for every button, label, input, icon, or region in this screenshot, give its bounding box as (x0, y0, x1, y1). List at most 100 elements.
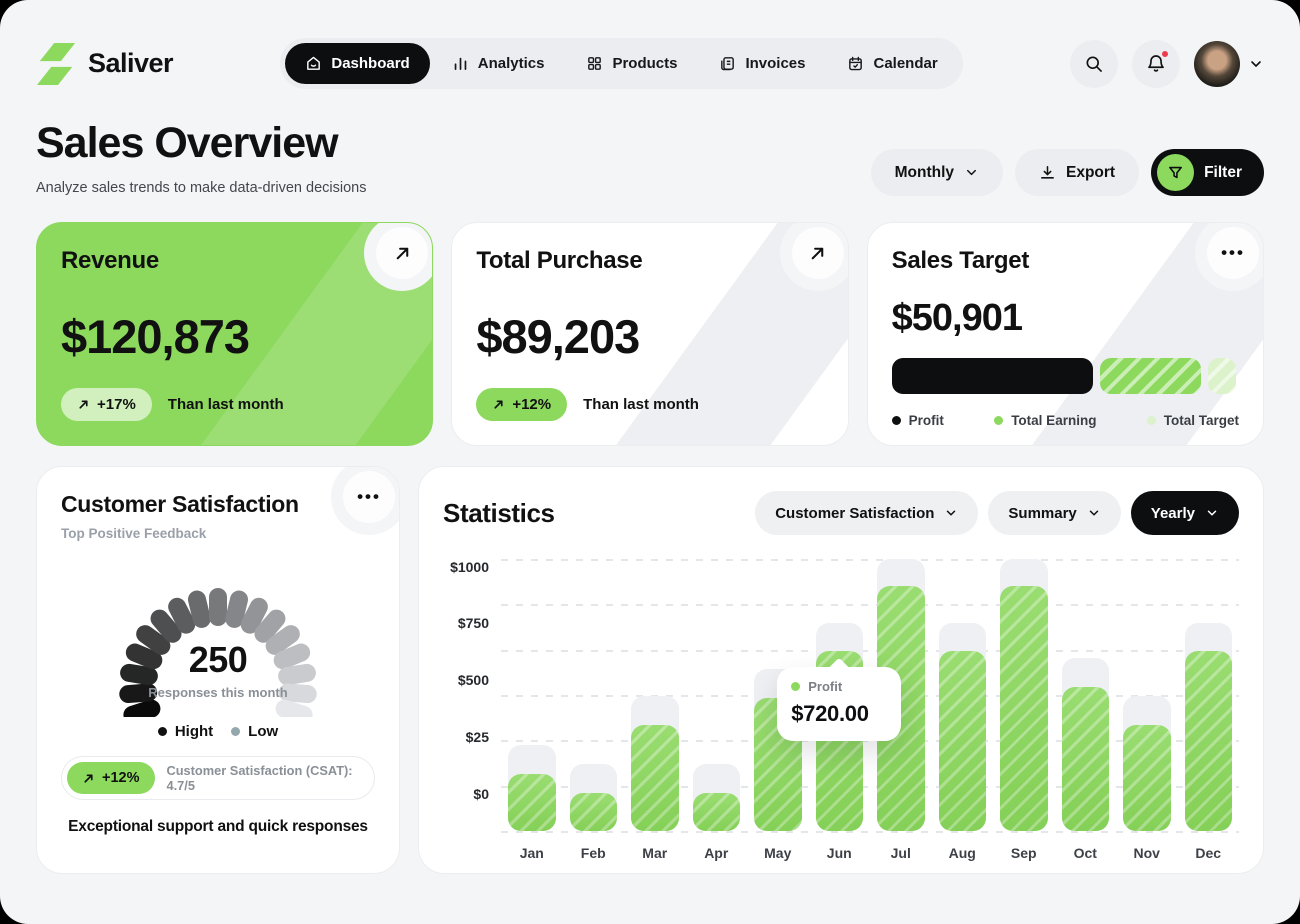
trend-up-icon (492, 398, 505, 411)
filter-chip-yearly[interactable]: Yearly (1131, 491, 1239, 535)
chevron-down-icon (1248, 56, 1264, 72)
chart-tooltip: Profit $720.00 (777, 667, 901, 741)
period-dropdown[interactable]: Monthly (871, 149, 1003, 196)
page-subtitle: Analyze sales trends to make data-driven… (36, 180, 366, 196)
x-tick-label: May (754, 845, 802, 861)
legend-item: Profit (892, 413, 944, 428)
legend-item: Total Target (1147, 413, 1239, 428)
notifications-button[interactable] (1132, 40, 1180, 88)
filter-chip-customer-satisfaction[interactable]: Customer Satisfaction (755, 491, 978, 535)
tooltip-value: $720.00 (791, 701, 887, 727)
revenue-open-button[interactable] (376, 227, 428, 279)
notification-badge (1160, 49, 1170, 59)
sales-target-value: $50,901 (892, 297, 1239, 340)
filter-chip-label: Customer Satisfaction (775, 505, 934, 522)
brand-logo-icon (36, 41, 78, 87)
profit-bar-chart: $1000$750$500$25$0 Profit$720.00 (443, 559, 1239, 831)
legend-dot (231, 727, 240, 736)
satisfaction-gauge: 250 Responses this month (88, 547, 348, 717)
statistics-card: Statistics Customer SatisfactionSummaryY… (418, 466, 1264, 874)
nav-item-invoices[interactable]: Invoices (699, 43, 825, 84)
search-button[interactable] (1070, 40, 1118, 88)
nav-item-calendar[interactable]: Calendar (827, 43, 957, 84)
chart-plot: Profit $720.00 (501, 559, 1239, 831)
nav-item-dashboard[interactable]: Dashboard (285, 43, 429, 84)
bar-mar[interactable] (631, 725, 679, 831)
bar-sep[interactable] (1000, 586, 1048, 831)
card-title: Total Purchase (476, 247, 823, 275)
delta-note: Than last month (583, 396, 699, 413)
search-icon (1084, 54, 1104, 74)
chart-column-jan (508, 559, 556, 831)
delta-value: +12% (512, 396, 551, 413)
chart-column-oct (1062, 559, 1110, 831)
bar-aug[interactable] (939, 651, 987, 831)
csat-delta-value: +12% (102, 770, 140, 786)
filter-button[interactable]: Filter (1151, 149, 1264, 196)
chart-x-axis: JanFebMarAprMayJunJulAugSepOctNovDec (443, 845, 1239, 861)
revenue-value: $120,873 (61, 309, 408, 364)
grid-icon (586, 55, 603, 72)
card-subtitle: Top Positive Feedback (61, 526, 375, 541)
y-tick-label: $0 (473, 786, 489, 802)
total-purchase-open-button[interactable] (792, 227, 844, 279)
legend-dot (1147, 416, 1156, 425)
tooltip-series-label: Profit (808, 679, 842, 694)
x-tick-label: Sep (1000, 845, 1048, 861)
legend-dot (892, 416, 901, 425)
period-dropdown-label: Monthly (895, 164, 954, 182)
chevron-down-icon (944, 506, 958, 520)
legend-label: Low (248, 723, 278, 740)
bar-oct[interactable] (1062, 687, 1110, 831)
account-menu[interactable] (1194, 41, 1264, 87)
chevron-down-icon (1087, 506, 1101, 520)
sales-target-menu-button[interactable]: ••• (1207, 227, 1259, 279)
bar-nov[interactable] (1123, 725, 1171, 831)
brand[interactable]: Saliver (36, 41, 173, 87)
card-title: Revenue (61, 247, 408, 275)
filter-chip-label: Yearly (1151, 505, 1195, 522)
brand-name: Saliver (88, 48, 173, 79)
bar-apr[interactable] (693, 793, 741, 831)
chart-column-mar (631, 559, 679, 831)
total-purchase-card: Total Purchase $89,203 +12% Than last mo… (451, 222, 848, 446)
bar-dec[interactable] (1185, 651, 1233, 831)
x-tick-label: Apr (693, 845, 741, 861)
nav-item-label: Dashboard (331, 55, 409, 72)
gauge-label: Responses this month (88, 685, 348, 700)
nav-item-label: Products (612, 55, 677, 72)
export-button[interactable]: Export (1015, 149, 1139, 196)
trend-up-icon (77, 398, 90, 411)
y-tick-label: $1000 (450, 559, 489, 575)
download-icon (1039, 164, 1056, 181)
progress-segment (1100, 358, 1201, 394)
app-window: Saliver Dashboard Analytics Products Invoic… (0, 0, 1300, 924)
delta-value: +17% (97, 396, 136, 413)
nav-item-products[interactable]: Products (566, 43, 697, 84)
chart-column-nov (1123, 559, 1171, 831)
bar-feb[interactable] (570, 793, 618, 831)
sales-target-progress (892, 358, 1239, 394)
x-tick-label: Oct (1062, 845, 1110, 861)
csat-summary: +12% Customer Satisfaction (CSAT): 4.7/5 (61, 756, 375, 800)
nav-item-analytics[interactable]: Analytics (432, 43, 565, 84)
legend-label: Hight (175, 723, 213, 740)
y-tick-label: $25 (466, 729, 489, 745)
card-title: Customer Satisfaction (61, 491, 375, 518)
legend-label: Total Earning (1011, 413, 1096, 428)
nav-item-label: Analytics (478, 55, 545, 72)
x-tick-label: Jun (816, 845, 864, 861)
gauge-value: 250 (88, 639, 348, 681)
bar-jan[interactable] (508, 774, 556, 831)
x-tick-label: Mar (631, 845, 679, 861)
topbar: Saliver Dashboard Analytics Products Invoic… (0, 0, 1300, 89)
topbar-actions (1070, 40, 1264, 88)
arrow-up-right-icon (808, 244, 827, 263)
chevron-down-icon (964, 165, 979, 180)
kpi-cards: Revenue $120,873 +17% Than last month To… (36, 222, 1264, 446)
satisfaction-menu-button[interactable]: ••• (343, 471, 395, 523)
progress-segment (892, 358, 1093, 394)
page-header: Sales Overview Analyze sales trends to m… (0, 89, 1300, 196)
filter-chip-summary[interactable]: Summary (988, 491, 1120, 535)
x-tick-label: Nov (1123, 845, 1171, 861)
